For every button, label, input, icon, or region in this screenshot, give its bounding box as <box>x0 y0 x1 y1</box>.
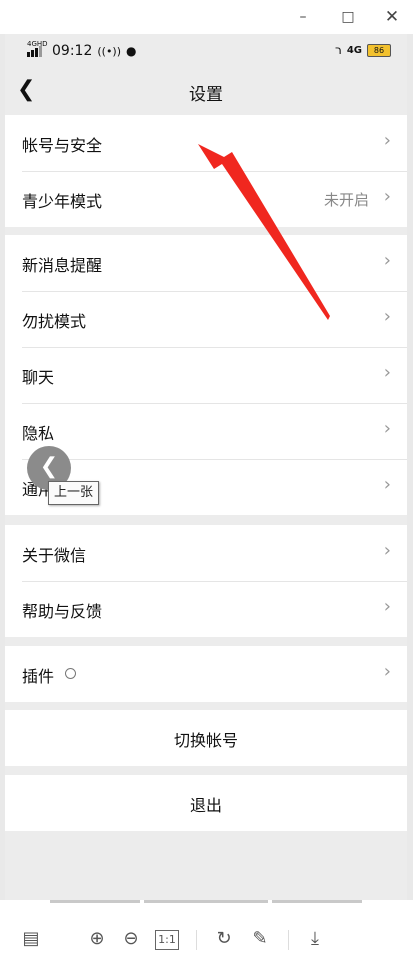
thumbnail-view-icon[interactable]: ▤ <box>18 926 44 952</box>
previous-tooltip: 上一张 <box>48 481 100 505</box>
toolbar-divider <box>196 930 197 950</box>
viewer-toolbar: ▤ ⊕ ⊖ 1:1 ↻ ✎ ⤓ <box>0 900 413 980</box>
download-icon[interactable]: ⤓ <box>302 926 328 952</box>
zoom-out-icon[interactable]: ⊖ <box>118 926 144 952</box>
thumbnail-strip <box>50 900 362 904</box>
edit-pencil-icon[interactable]: ✎ <box>247 926 273 952</box>
arrow-shape <box>198 144 330 320</box>
zoom-in-icon[interactable]: ⊕ <box>84 926 110 952</box>
rotate-icon[interactable]: ↻ <box>211 926 237 952</box>
actual-size-button[interactable]: 1:1 <box>155 930 179 950</box>
toolbar-divider <box>288 930 289 950</box>
